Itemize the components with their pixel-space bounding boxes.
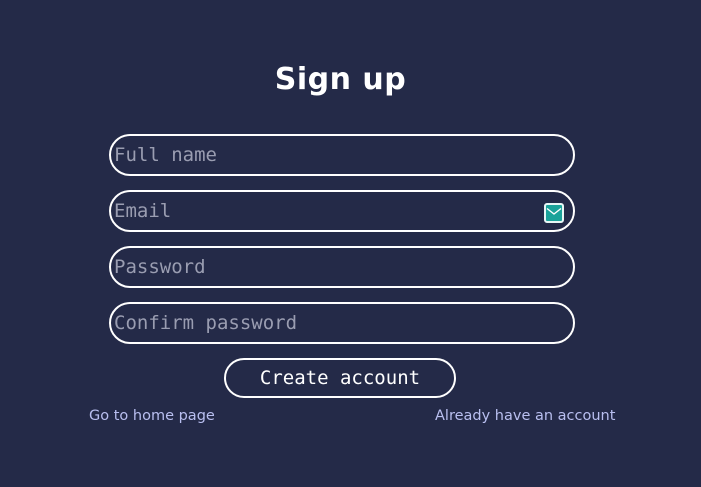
confirm-password-input[interactable]: [109, 302, 575, 344]
already-have-account-link[interactable]: Already have an account: [435, 408, 615, 424]
password-input[interactable]: [109, 246, 575, 288]
go-to-home-link[interactable]: Go to home page: [89, 408, 215, 424]
create-account-button[interactable]: Create account: [224, 358, 456, 398]
mail-icon: [544, 203, 564, 223]
email-input[interactable]: [109, 190, 575, 232]
full-name-input[interactable]: [109, 134, 575, 176]
signup-page: Sign up Create account Go to home page A…: [0, 0, 701, 487]
page-title: Sign up: [274, 62, 407, 97]
